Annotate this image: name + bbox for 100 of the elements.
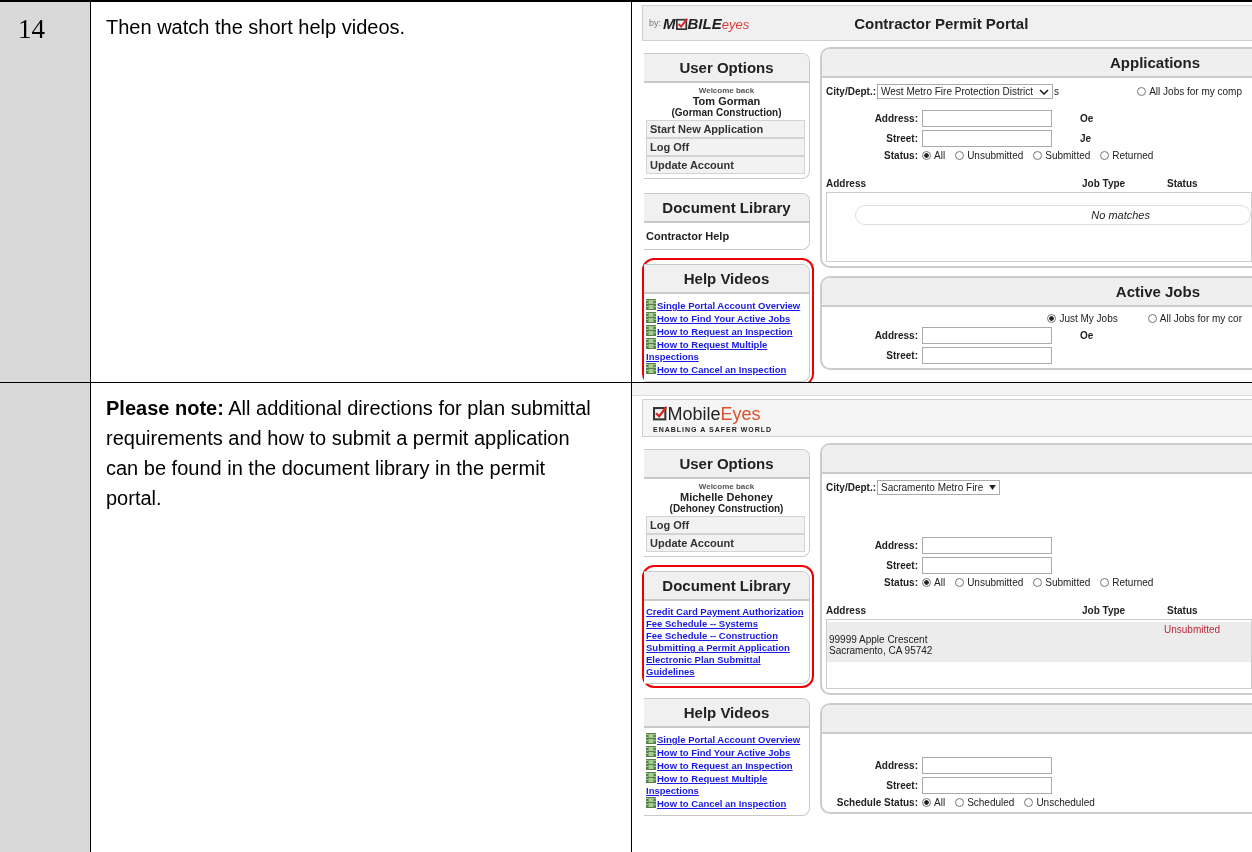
radio-button[interactable] bbox=[922, 151, 931, 160]
column-header: Job Type bbox=[1082, 178, 1127, 189]
company-name: (Dehoney Construction) bbox=[669, 503, 784, 514]
column-header: Status bbox=[1167, 178, 1199, 189]
panel-header: Help Videos bbox=[644, 699, 809, 728]
radio-button[interactable] bbox=[1100, 578, 1110, 587]
radio-label: All bbox=[934, 150, 946, 161]
field-label: City/Dept.: bbox=[826, 482, 876, 493]
field-label: Street: bbox=[885, 133, 918, 144]
radio-button[interactable] bbox=[1047, 314, 1057, 323]
input-field[interactable] bbox=[922, 130, 1052, 147]
document-link[interactable]: Fee Schedule -- Systems bbox=[646, 618, 807, 630]
radio-button[interactable] bbox=[1100, 151, 1110, 160]
document-link[interactable]: Fee Schedule -- Construction bbox=[646, 630, 807, 642]
input-field[interactable] bbox=[922, 537, 1052, 554]
menu-item[interactable]: Log Off bbox=[646, 138, 805, 156]
input-field[interactable] bbox=[922, 110, 1052, 127]
instruction-text: Please note: All additional directions for plan submittal requirements and how to submit a permit application can be found in the document library in the permit portal. bbox=[106, 396, 592, 511]
input-field[interactable] bbox=[922, 347, 1052, 364]
column-header: Status bbox=[1167, 605, 1199, 616]
column-header: Address bbox=[826, 178, 867, 189]
radio-button[interactable] bbox=[1033, 151, 1043, 160]
logo-prefix: by: bbox=[649, 18, 661, 28]
field-label: Street: bbox=[885, 780, 918, 791]
field-label: Oe bbox=[1080, 113, 1095, 124]
video-link[interactable]: How to Request Multiple Inspections bbox=[646, 772, 807, 797]
radio-label: Submitted bbox=[1045, 577, 1091, 588]
radio-label: Scheduled bbox=[967, 797, 1015, 808]
radio-label: All Jobs for my comp bbox=[1149, 86, 1242, 97]
field-label: Oe bbox=[1080, 330, 1095, 341]
radio-label: Unsubmitted bbox=[967, 150, 1024, 161]
document-link[interactable]: Credit Card Payment Authorization bbox=[646, 606, 807, 618]
table-row[interactable]: 99999 Apple Crescent Sacramento, CA 95742 Unsubmitted bbox=[827, 622, 1251, 662]
input-field[interactable] bbox=[922, 757, 1052, 774]
field-label: Street: bbox=[885, 560, 918, 571]
field-label: Street: bbox=[885, 350, 918, 361]
checkbox-icon bbox=[675, 17, 688, 30]
status-text: Unsubmitted bbox=[1164, 624, 1222, 637]
company-name: (Gorman Construction) bbox=[671, 107, 782, 118]
radio-label: Returned bbox=[1112, 150, 1154, 161]
field-label: Status: bbox=[883, 150, 918, 161]
video-link[interactable]: Single Portal Account Overview bbox=[646, 733, 801, 746]
radio-button[interactable] bbox=[955, 578, 965, 587]
radio-button[interactable] bbox=[955, 151, 965, 160]
chevron-down-icon bbox=[1039, 88, 1050, 95]
logo-wordmark: M BILEeyes bbox=[663, 14, 750, 32]
radio-button[interactable] bbox=[922, 578, 931, 587]
field-label: Schedule Status: bbox=[835, 797, 918, 808]
field-label: Je bbox=[1080, 133, 1093, 144]
video-link[interactable]: How to Request an Inspection bbox=[646, 759, 793, 772]
text-fragment: s bbox=[1054, 86, 1060, 97]
radio-label: Unsubmitted bbox=[967, 577, 1024, 588]
panel-header: User Options bbox=[644, 54, 809, 83]
user-name: Michelle Dehoney bbox=[680, 491, 773, 503]
input-field[interactable] bbox=[922, 327, 1052, 344]
video-link[interactable]: How to Request an Inspection bbox=[646, 325, 793, 338]
dropdown[interactable]: Sacramento Metro Fire bbox=[877, 480, 1001, 495]
field-label: Address: bbox=[873, 113, 918, 124]
user-name: Tom Gorman bbox=[692, 95, 761, 107]
instruction-text: Then watch the short help videos. bbox=[106, 15, 407, 40]
video-link[interactable]: How to Request Multiple Inspections bbox=[646, 338, 807, 363]
radio-label: Unscheduled bbox=[1036, 797, 1095, 808]
checkbox-icon bbox=[653, 406, 668, 421]
input-field[interactable] bbox=[922, 777, 1052, 794]
menu-item[interactable]: Update Account bbox=[646, 156, 805, 174]
panel-header: User Options bbox=[644, 450, 809, 479]
menu-item[interactable]: Update Account bbox=[646, 534, 805, 552]
document-link[interactable]: Electronic Plan Submittal Guidelines bbox=[646, 654, 807, 678]
radio-button[interactable] bbox=[1147, 314, 1157, 323]
field-label: Address: bbox=[873, 540, 918, 551]
field-label: City/Dept.: bbox=[826, 86, 876, 97]
video-link[interactable]: How to Cancel an Inspection bbox=[646, 363, 787, 376]
radio-label: Just My Jobs bbox=[1059, 313, 1118, 324]
radio-button[interactable] bbox=[1137, 87, 1147, 96]
panel-header: Document Library bbox=[644, 194, 809, 223]
address-text: 99999 Apple Crescent bbox=[829, 634, 928, 645]
radio-button[interactable] bbox=[1033, 578, 1043, 587]
field-label: Address: bbox=[873, 330, 918, 341]
menu-item[interactable]: Log Off bbox=[646, 516, 805, 534]
step-number: 14 bbox=[18, 14, 45, 44]
document-link[interactable]: Submitting a Permit Application bbox=[646, 642, 807, 654]
video-link[interactable]: How to Find Your Active Jobs bbox=[646, 746, 791, 759]
menu-item[interactable]: Start New Application bbox=[646, 120, 805, 138]
video-link[interactable]: How to Cancel an Inspection bbox=[646, 797, 787, 810]
portal-title: Contractor Permit Portal bbox=[854, 14, 1029, 32]
panel-header: Applications bbox=[822, 49, 1252, 78]
video-link[interactable]: How to Find Your Active Jobs bbox=[646, 312, 791, 325]
field-label: Address: bbox=[873, 760, 918, 771]
panel-header: Help Videos bbox=[644, 265, 809, 294]
input-field[interactable] bbox=[922, 557, 1052, 574]
radio-button[interactable] bbox=[1024, 798, 1034, 807]
radio-label: Submitted bbox=[1045, 150, 1091, 161]
radio-label: All bbox=[934, 577, 946, 588]
radio-button[interactable] bbox=[922, 798, 931, 807]
radio-label: All bbox=[934, 797, 946, 808]
radio-button[interactable] bbox=[955, 798, 965, 807]
video-link[interactable]: Single Portal Account Overview bbox=[646, 299, 801, 312]
caret-icon bbox=[989, 485, 997, 490]
dropdown[interactable]: West Metro Fire Protection District bbox=[877, 84, 1054, 99]
radio-label: Returned bbox=[1112, 577, 1154, 588]
